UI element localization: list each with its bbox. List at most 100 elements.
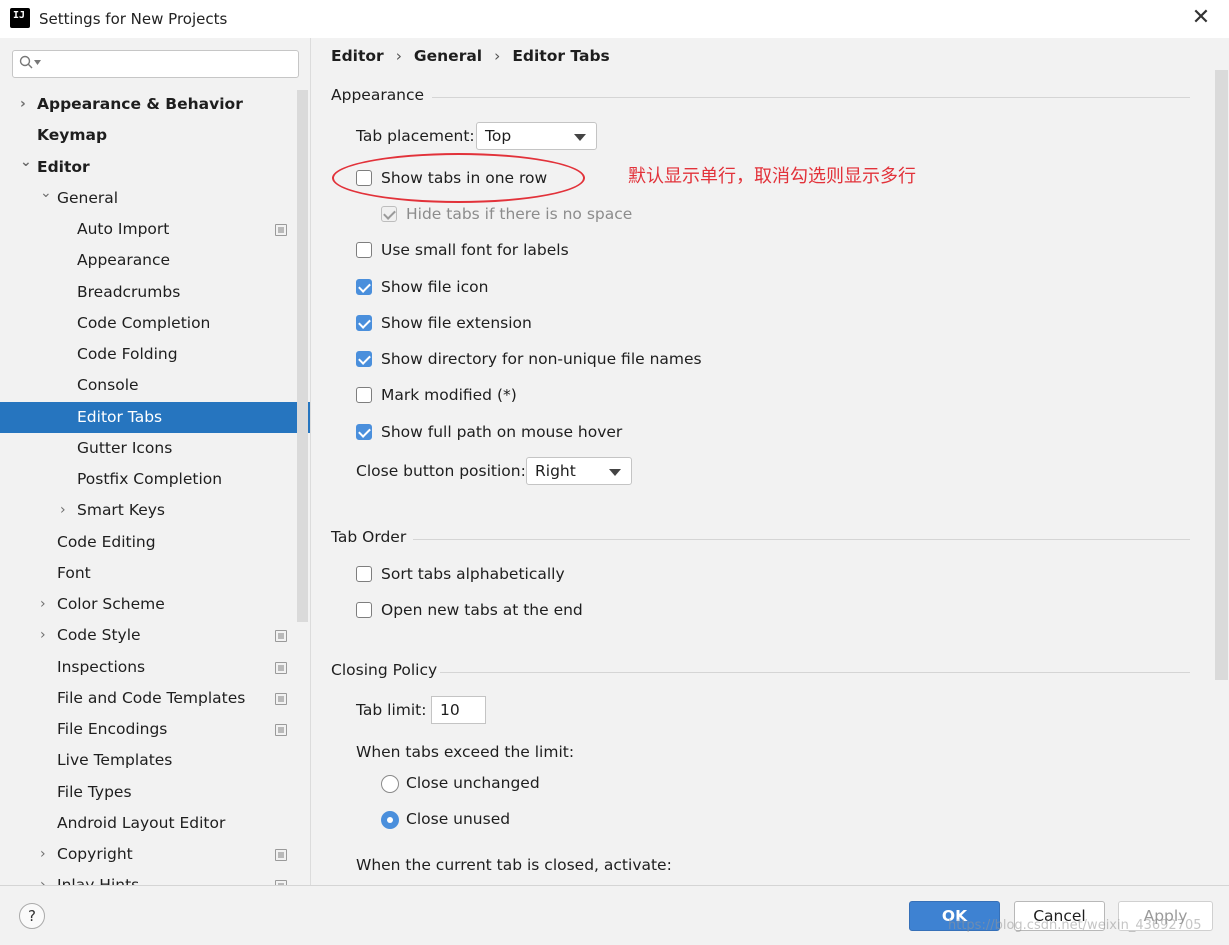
sidebar-item-code-style[interactable]: › Code Style bbox=[0, 620, 297, 651]
sidebar-item-keymap[interactable]: Keymap bbox=[0, 120, 297, 151]
checkbox-checked-icon[interactable] bbox=[356, 315, 372, 331]
sidebar-item-breadcrumbs[interactable]: Breadcrumbs bbox=[0, 277, 297, 308]
sidebar-item-label: Editor Tabs bbox=[77, 408, 163, 426]
sidebar-item-inlay-hints[interactable]: › Inlay Hints bbox=[0, 870, 297, 885]
project-settings-icon bbox=[275, 662, 287, 674]
sidebar-item-postfix-completion[interactable]: Postfix Completion bbox=[0, 464, 297, 495]
checkbox-unchecked-icon[interactable] bbox=[356, 387, 372, 403]
checkbox-show-file-extension[interactable]: Show file extension bbox=[356, 314, 776, 336]
sidebar-item-label: Gutter Icons bbox=[77, 439, 173, 457]
chevron-down-icon[interactable] bbox=[34, 60, 41, 65]
sidebar-item-general[interactable]: ⌄ General bbox=[0, 183, 297, 214]
sidebar-item-label: Console bbox=[77, 376, 139, 394]
sidebar-item-label: Code Folding bbox=[77, 345, 178, 363]
sidebar-item-file-and-code-templates[interactable]: File and Code Templates bbox=[0, 683, 297, 714]
close-icon[interactable]: ✕ bbox=[1189, 6, 1213, 30]
chevron-right-icon[interactable]: › bbox=[40, 589, 52, 620]
checkbox-open-new-tabs-at-the-end[interactable]: Open new tabs at the end bbox=[356, 601, 776, 623]
watermark: https://blog.csdn.net/weixin_43692705 bbox=[948, 918, 1202, 933]
section-title-closing-policy: Closing Policy bbox=[331, 661, 438, 679]
checkbox-checked-icon[interactable] bbox=[356, 279, 372, 295]
checkbox-unchecked-icon[interactable] bbox=[356, 566, 372, 582]
chevron-down-icon[interactable]: ⌄ bbox=[40, 178, 52, 209]
main-scrollbar[interactable] bbox=[1215, 70, 1228, 680]
chevron-right-icon[interactable]: › bbox=[40, 839, 52, 870]
sidebar-item-color-scheme[interactable]: › Color Scheme bbox=[0, 589, 297, 620]
tab-placement-select[interactable]: Top bbox=[476, 122, 597, 150]
sidebar-item-appearance[interactable]: Appearance bbox=[0, 245, 297, 276]
breadcrumb-item: Editor Tabs bbox=[512, 47, 610, 65]
sidebar-item-smart-keys[interactable]: › Smart Keys bbox=[0, 495, 297, 526]
checkbox-show-full-path-on-mouse-hover[interactable]: Show full path on mouse hover bbox=[356, 423, 776, 445]
chevron-down-icon bbox=[609, 469, 621, 476]
sidebar-item-file-encodings[interactable]: File Encodings bbox=[0, 714, 297, 745]
sidebar-item-label: Appearance bbox=[77, 251, 171, 269]
breadcrumb: Editor › General › Editor Tabs bbox=[331, 47, 610, 65]
tab-limit-input[interactable]: 10 bbox=[431, 696, 486, 724]
breadcrumb-item[interactable]: General bbox=[414, 47, 482, 65]
sidebar-item-android-layout-editor[interactable]: Android Layout Editor bbox=[0, 808, 297, 839]
sidebar-scrollbar[interactable] bbox=[297, 90, 308, 622]
sidebar-item-appearance-behavior[interactable]: › Appearance & Behavior bbox=[0, 89, 297, 120]
checkbox-unchecked-icon[interactable] bbox=[356, 242, 372, 258]
checkbox-unchecked-icon[interactable] bbox=[356, 602, 372, 618]
section-divider bbox=[432, 97, 1190, 98]
tab-limit-value: 10 bbox=[440, 701, 460, 719]
sidebar-item-file-types[interactable]: File Types bbox=[0, 777, 297, 808]
checkbox-checked-icon bbox=[381, 206, 397, 222]
sidebar-item-copyright[interactable]: › Copyright bbox=[0, 839, 297, 870]
checkbox-use-small-font-for-labels[interactable]: Use small font for labels bbox=[356, 241, 776, 263]
section-title-appearance: Appearance bbox=[331, 86, 425, 104]
checkbox-mark-modified[interactable]: Mark modified (*) bbox=[356, 386, 776, 408]
sidebar-item-gutter-icons[interactable]: Gutter Icons bbox=[0, 433, 297, 464]
tab-placement-label: Tab placement: bbox=[356, 127, 475, 145]
checkbox-show-file-icon[interactable]: Show file icon bbox=[356, 278, 776, 300]
sidebar-item-inspections[interactable]: Inspections bbox=[0, 652, 297, 683]
checkbox-sort-tabs-alphabetically[interactable]: Sort tabs alphabetically bbox=[356, 565, 776, 587]
sidebar-item-label: Font bbox=[57, 564, 91, 582]
chevron-right-icon[interactable]: › bbox=[40, 870, 52, 885]
project-settings-icon bbox=[275, 693, 287, 705]
section-title-tab-order: Tab Order bbox=[331, 528, 407, 546]
checkbox-label: Show full path on mouse hover bbox=[381, 423, 623, 441]
tab-placement-value: Top bbox=[485, 127, 512, 145]
sidebar-item-editor-tabs[interactable]: Editor Tabs bbox=[0, 402, 310, 433]
sidebar-item-label: Android Layout Editor bbox=[57, 814, 226, 832]
sidebar-item-label: Inspections bbox=[57, 658, 146, 676]
checkbox-label: Open new tabs at the end bbox=[381, 601, 583, 619]
annotation-ellipse bbox=[332, 153, 585, 203]
sidebar-item-label: Breadcrumbs bbox=[77, 283, 181, 301]
chevron-right-icon[interactable]: › bbox=[60, 495, 72, 526]
chevron-right-icon[interactable]: › bbox=[40, 620, 52, 651]
chevron-right-icon[interactable]: › bbox=[20, 89, 32, 120]
sidebar-item-label: Color Scheme bbox=[57, 595, 165, 613]
breadcrumb-separator-icon: › bbox=[395, 47, 402, 65]
title-bar: IJ Settings for New Projects ✕ bbox=[0, 0, 1229, 38]
radio-close-unused[interactable]: Close unused bbox=[381, 810, 631, 832]
sidebar-item-label: File and Code Templates bbox=[57, 689, 246, 707]
sidebar-item-label: Appearance & Behavior bbox=[37, 95, 243, 113]
sidebar-item-code-editing[interactable]: Code Editing bbox=[0, 527, 297, 558]
radio-selected-icon[interactable] bbox=[381, 811, 399, 829]
checkbox-checked-icon[interactable] bbox=[356, 424, 372, 440]
checkbox-checked-icon[interactable] bbox=[356, 351, 372, 367]
help-button[interactable]: ? bbox=[19, 903, 45, 929]
dialog-footer: ? OK Cancel Apply https://blog.csdn.net/… bbox=[0, 885, 1229, 945]
breadcrumb-item[interactable]: Editor bbox=[331, 47, 384, 65]
close-button-position-value: Right bbox=[535, 462, 576, 480]
checkbox-label: Use small font for labels bbox=[381, 241, 569, 259]
checkbox-label: Sort tabs alphabetically bbox=[381, 565, 565, 583]
chevron-down-icon[interactable]: ⌄ bbox=[20, 147, 32, 178]
sidebar-item-font[interactable]: Font bbox=[0, 558, 297, 589]
close-button-position-select[interactable]: Right bbox=[526, 457, 632, 485]
search-input[interactable] bbox=[12, 50, 299, 78]
sidebar-item-code-completion[interactable]: Code Completion bbox=[0, 308, 297, 339]
sidebar-item-label: Live Templates bbox=[57, 751, 173, 769]
sidebar-item-code-folding[interactable]: Code Folding bbox=[0, 339, 297, 370]
sidebar-item-auto-import[interactable]: Auto Import bbox=[0, 214, 297, 245]
radio-close-unchanged[interactable]: Close unchanged bbox=[381, 774, 631, 796]
radio-unselected-icon[interactable] bbox=[381, 775, 399, 793]
sidebar-item-live-templates[interactable]: Live Templates bbox=[0, 745, 297, 776]
checkbox-show-directory-for-non-unique-file-names[interactable]: Show directory for non-unique file names bbox=[356, 350, 776, 372]
sidebar-item-console[interactable]: Console bbox=[0, 370, 297, 401]
